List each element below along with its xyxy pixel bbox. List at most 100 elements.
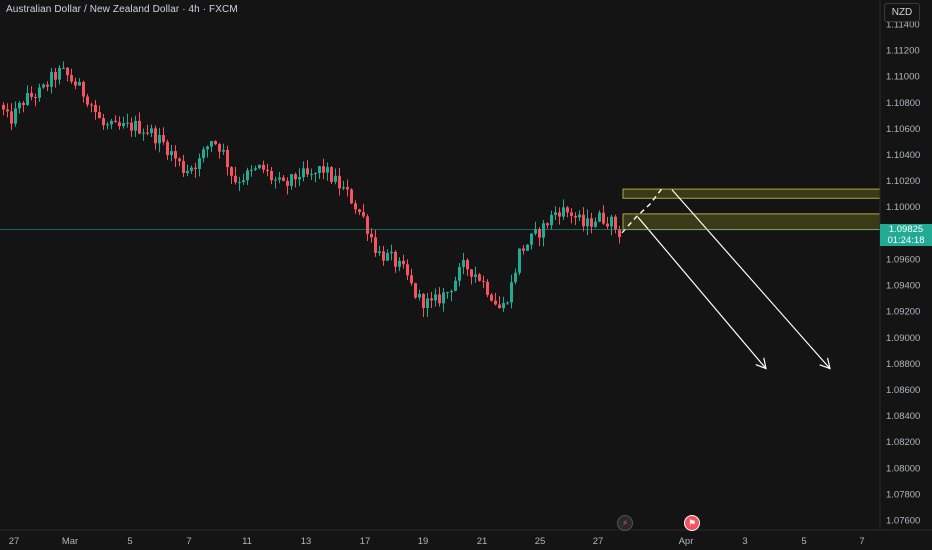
candle (430, 291, 433, 309)
candle (602, 205, 605, 226)
price-tick-label: 1.09400 (886, 281, 920, 292)
candle-body (434, 294, 437, 301)
time-tick-label: 5 (127, 536, 132, 547)
candle-body (418, 293, 421, 298)
candle (534, 221, 537, 236)
candle (266, 164, 269, 177)
candle-body (6, 109, 9, 112)
price-tick-label: 1.08200 (886, 437, 920, 448)
candle-body (226, 149, 229, 168)
candle (162, 127, 165, 145)
candle (618, 225, 621, 244)
candle (350, 188, 353, 205)
candle-body (78, 82, 81, 86)
chart-title: Australian Dollar / New Zealand Dollar ·… (6, 4, 238, 15)
candle (34, 93, 37, 107)
candle-body (294, 174, 297, 180)
candle (150, 124, 153, 137)
candle (94, 99, 97, 120)
candle (498, 296, 501, 309)
candle-body (118, 122, 121, 127)
candle (22, 100, 25, 113)
price-tick-label: 1.07800 (886, 489, 920, 500)
time-tick-label: 17 (360, 536, 371, 547)
candle-body (486, 281, 489, 295)
candle-body (498, 304, 501, 309)
candle-body (38, 87, 41, 98)
candle-body (478, 274, 481, 281)
candle (106, 121, 109, 130)
candle (370, 228, 373, 243)
candle-body (170, 151, 173, 156)
candle-body (270, 170, 273, 181)
candle (118, 116, 121, 130)
candle-body (70, 75, 73, 82)
candle-body (362, 212, 365, 217)
price-chart[interactable]: 1.114001.112001.110001.108001.106001.104… (0, 0, 932, 550)
candle (10, 103, 13, 131)
candle-body (334, 175, 337, 182)
candle-body (398, 260, 401, 267)
candle-body (302, 168, 305, 178)
candle (474, 266, 477, 283)
candle (306, 160, 309, 178)
candle-body (306, 168, 309, 175)
candle-body (406, 264, 409, 276)
candle (490, 293, 493, 302)
candle (238, 176, 241, 192)
candle-body (14, 108, 17, 124)
price-tick-label: 1.08000 (886, 463, 920, 474)
resistance-zone-2[interactable] (622, 213, 881, 231)
candle (594, 217, 597, 229)
flag-event-icon[interactable]: ⚑ (684, 515, 700, 531)
time-axis[interactable]: 27 Mar 5 7 11 13 17 19 21 25 27 Apr 3 5 7 (0, 529, 932, 547)
candle (606, 216, 609, 230)
candle (142, 128, 145, 141)
candle-body (282, 177, 285, 181)
candle-body (422, 293, 425, 309)
candle-body (394, 251, 397, 267)
candle-body (250, 169, 253, 171)
candle-body (542, 223, 545, 238)
candle (566, 206, 569, 218)
resistance-zones[interactable] (622, 188, 881, 231)
candle-body (202, 149, 205, 159)
candle (262, 160, 265, 174)
candle (378, 245, 381, 256)
price-axis[interactable]: 1.114001.112001.110001.108001.106001.104… (879, 0, 932, 550)
price-tick-label: 1.10400 (886, 150, 920, 161)
candle-body (374, 237, 377, 253)
candle-body (506, 302, 509, 304)
candle (98, 105, 101, 119)
candle-body (262, 164, 265, 170)
candle-body (314, 172, 317, 174)
candle-body (474, 274, 477, 277)
candle (574, 212, 577, 226)
candle (290, 173, 293, 190)
candle-body (182, 161, 185, 174)
candle (114, 115, 117, 123)
candle (374, 229, 377, 257)
candle-body (582, 214, 585, 227)
candle-body (522, 248, 525, 251)
price-tick-label: 1.08800 (886, 359, 920, 370)
candle (194, 162, 197, 178)
price-tick-label: 1.10800 (886, 98, 920, 109)
currency-selector[interactable]: NZD (884, 3, 920, 22)
candle (366, 214, 369, 242)
resistance-zone-1[interactable] (622, 188, 881, 199)
time-tick-label: 11 (242, 536, 252, 547)
candle-body (106, 124, 109, 126)
candle-body (370, 233, 373, 238)
candle (582, 207, 585, 232)
candle (26, 85, 29, 107)
forecast-arrow-1[interactable] (637, 216, 767, 370)
candle-body (110, 120, 113, 125)
candle (190, 165, 193, 174)
candle (542, 220, 545, 247)
lightning-event-icon[interactable]: ⚡ (617, 515, 633, 531)
candle-body (558, 212, 561, 217)
candle (270, 167, 273, 185)
candle-body (550, 215, 553, 226)
candle-body (26, 92, 29, 106)
